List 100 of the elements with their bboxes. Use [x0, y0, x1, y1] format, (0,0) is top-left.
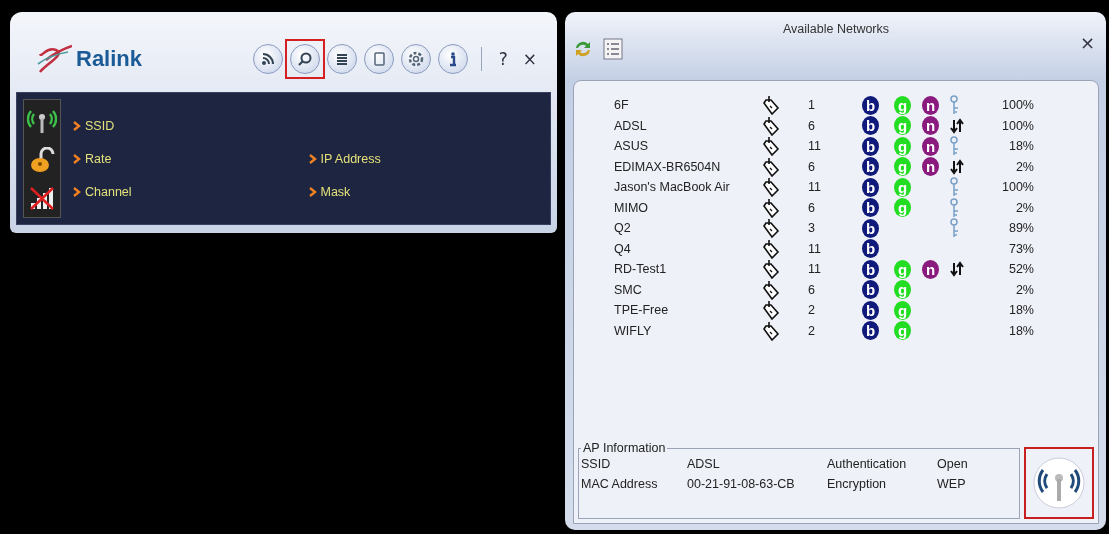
chevron-icon	[308, 186, 317, 197]
signal-strength-text: 18%	[1007, 323, 1034, 338]
channel-text: 2	[808, 323, 816, 338]
mode-badge: g	[894, 300, 911, 320]
mode-badge: n	[922, 259, 939, 279]
mode-badge: g	[894, 116, 911, 136]
arrows-icon	[950, 117, 964, 134]
rss-icon	[259, 51, 276, 67]
ssid-text: ADSL	[614, 118, 648, 133]
close-button[interactable]: ×	[1075, 22, 1099, 53]
mode-badge: g	[894, 198, 911, 218]
no-signal-icon	[28, 185, 56, 212]
network-row[interactable]: SMC 6 b g 2%	[578, 279, 1094, 300]
mode-badge: g	[894, 280, 911, 300]
mode-badge: g	[894, 157, 911, 177]
mode-badge: b	[862, 321, 879, 341]
info-value: ADSL	[687, 457, 721, 471]
channel-text: 11	[808, 180, 822, 195]
channel-text: 3	[808, 221, 816, 236]
toolbar-button[interactable]	[400, 44, 431, 74]
network-row[interactable]: TPE-Free 2 b g 18%	[578, 300, 1094, 321]
mode-badge: b	[862, 218, 879, 238]
network-row[interactable]: RD-Test1 11 b g n 52%	[578, 259, 1094, 280]
mode-badge: b	[862, 280, 879, 300]
key-icon	[950, 197, 960, 218]
arrows-icon	[950, 158, 964, 175]
mode-badge: b	[862, 198, 879, 218]
mode-badge: n	[922, 95, 939, 115]
channel-text: 11	[808, 241, 822, 256]
mode-badge: n	[922, 157, 939, 177]
channel-text: 11	[808, 262, 822, 277]
mode-badge: g	[894, 259, 911, 279]
window-title: Available Networks	[782, 22, 890, 36]
network-row[interactable]: 6F 1 b g n 100%	[578, 95, 1094, 116]
info-label: Authentication	[827, 457, 908, 471]
chevron-icon	[308, 153, 317, 164]
mode-badge: g	[894, 321, 911, 341]
info-label: Encryption	[827, 477, 888, 491]
network-row[interactable]: WIFLY 2 b g 18%	[578, 320, 1094, 341]
field-label: Rate	[85, 151, 112, 166]
close-button[interactable]: ×	[518, 49, 541, 69]
chevron-icon	[73, 153, 81, 164]
mode-badge: b	[862, 300, 879, 320]
ssid-text: SMC	[614, 282, 643, 297]
mode-badge: b	[862, 136, 879, 156]
signal-strength-text: 89%	[1007, 221, 1034, 236]
ssid-text: Q4	[614, 241, 632, 256]
signal-strength-text: 2%	[1014, 200, 1034, 215]
signal-strength-text: 100%	[1001, 180, 1034, 195]
refresh-icon[interactable]	[573, 39, 593, 59]
mode-badge: b	[862, 157, 879, 177]
field-label: IP Address	[320, 151, 381, 166]
mode-badge: g	[894, 95, 911, 115]
network-row[interactable]: ADSL 6 b g n 100%	[578, 115, 1094, 136]
network-row[interactable]: EDIMAX-BR6504N 6 b g n 2%	[578, 156, 1094, 177]
search-icon	[296, 51, 313, 67]
channel-text: 2	[808, 303, 816, 318]
network-row[interactable]: Jason's MacBook Air 11 b g 100%	[578, 177, 1094, 198]
channel-text: 6	[808, 200, 816, 215]
ssid-text: TPE-Free	[614, 303, 670, 318]
ssid-text: Jason's MacBook Air	[614, 180, 731, 195]
info-label: SSID	[581, 457, 612, 471]
network-row[interactable]: MIMO 6 b g 2%	[578, 197, 1094, 218]
logo-text: Ralink	[76, 46, 143, 72]
list-view-icon[interactable]	[603, 38, 623, 60]
info-label: MAC Address	[581, 477, 659, 491]
help-button[interactable]: ?	[494, 49, 512, 69]
mode-badge: n	[922, 136, 939, 156]
mode-badge: b	[862, 116, 879, 136]
signal-strength-text: 52%	[1007, 262, 1034, 277]
toolbar-button[interactable]	[437, 44, 468, 74]
chevron-icon	[73, 186, 81, 197]
mode-badge: n	[922, 116, 939, 136]
signal-strength-text: 100%	[1001, 118, 1034, 133]
gear-icon	[406, 50, 425, 68]
swoosh-logo-icon	[36, 44, 72, 74]
toolbar-button[interactable]	[326, 44, 357, 74]
ssid-text: EDIMAX-BR6504N	[614, 159, 722, 174]
toolbar-button[interactable]	[252, 44, 283, 74]
mode-badge: b	[862, 95, 879, 115]
info-value: Open	[937, 457, 969, 471]
signal-strength-text: 18%	[1007, 139, 1034, 154]
field-label: SSID	[85, 118, 115, 133]
channel-text: 6	[808, 159, 816, 174]
signal-strength-text: 18%	[1007, 303, 1034, 318]
info-value: 00-21-91-08-63-CB	[687, 477, 796, 491]
connect-button[interactable]	[1024, 447, 1094, 519]
padlock-icon	[29, 147, 55, 174]
channel-text: 6	[808, 118, 816, 133]
channel-text: 11	[808, 139, 822, 154]
ssid-text: Q2	[614, 221, 632, 236]
network-row[interactable]: Q2 3 b 89%	[578, 218, 1094, 239]
network-row[interactable]: Q4 11 b 73%	[578, 238, 1094, 259]
field-label: Channel	[85, 184, 132, 199]
channel-text: 6	[808, 282, 816, 297]
ssid-text: RD-Test1	[614, 262, 668, 277]
ssid-text: ASUS	[614, 139, 650, 154]
ssid-text: 6F	[614, 98, 630, 113]
network-row[interactable]: ASUS 11 b g n 18%	[578, 136, 1094, 157]
signal-strength-text: 2%	[1014, 159, 1034, 174]
